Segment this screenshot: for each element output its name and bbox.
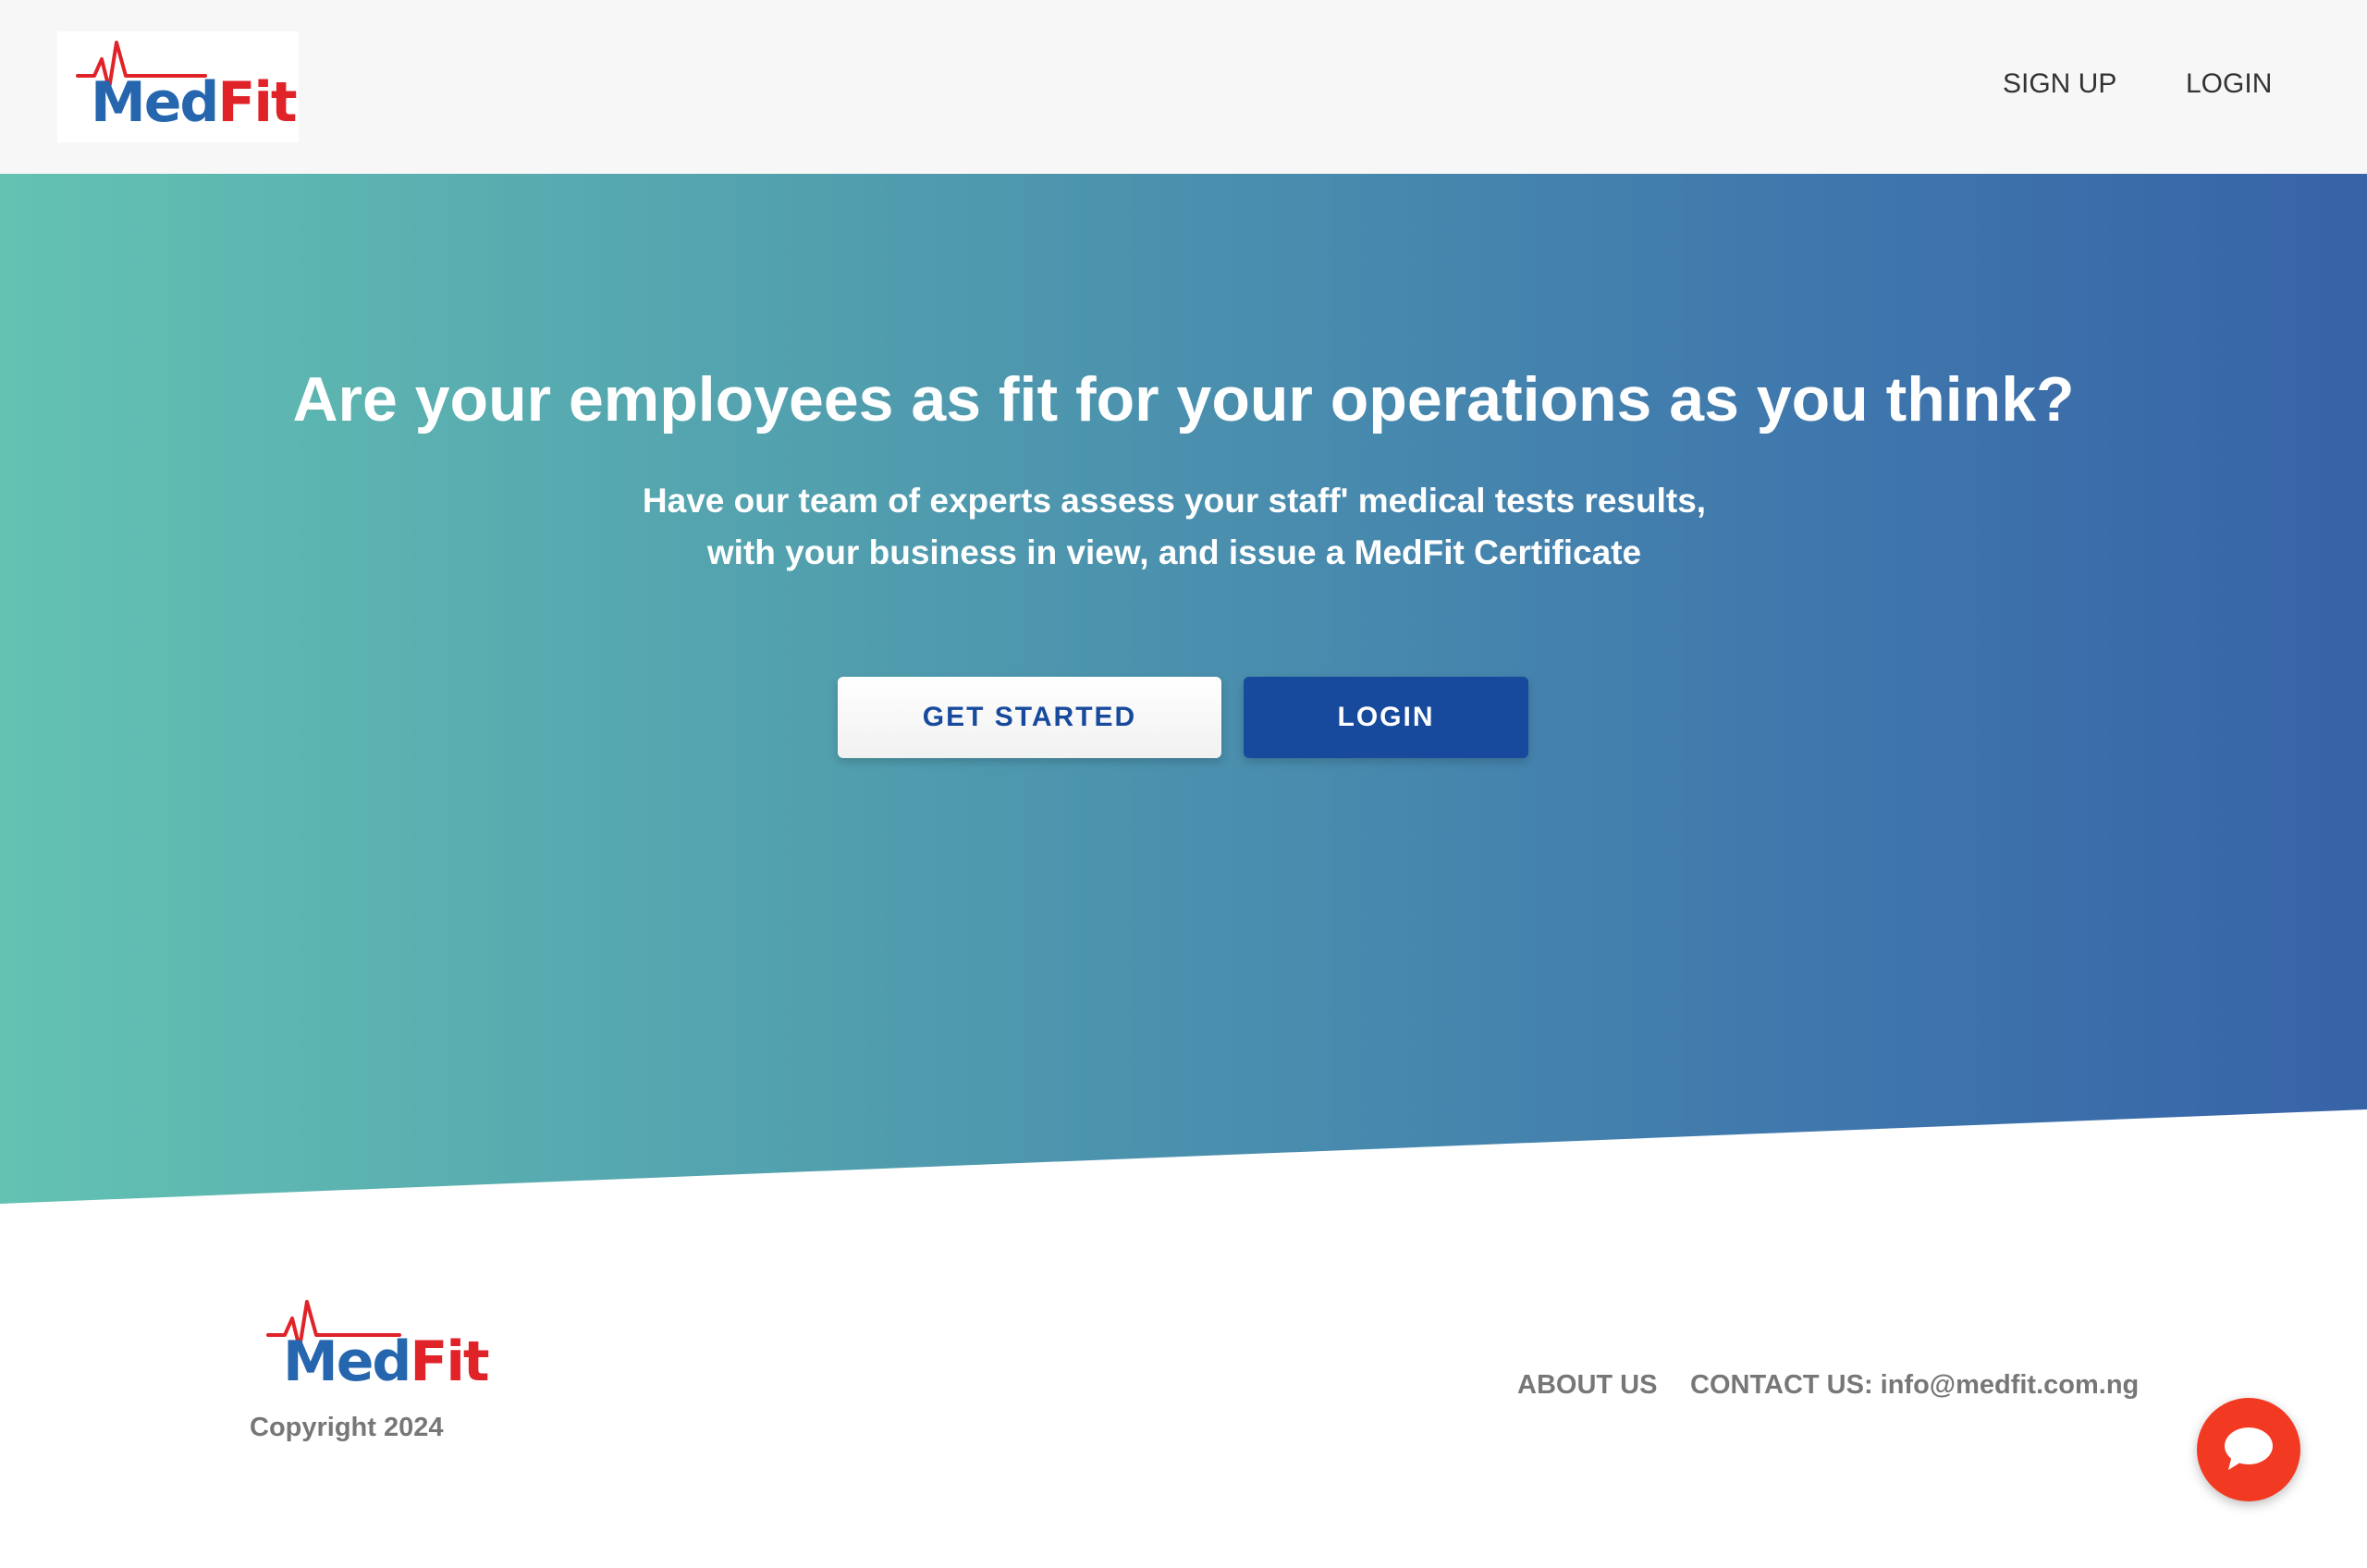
nav-signup-link[interactable]: SIGN UP [2003, 68, 2116, 100]
logo-text-fit: Fit [217, 70, 297, 135]
top-navbar: MedFit SIGN UP LOGIN [0, 0, 2367, 174]
chat-bubble-icon [2225, 1427, 2273, 1470]
logo-text-med: Med [91, 70, 219, 135]
copyright-text: Copyright 2024 [250, 1413, 444, 1442]
hero-login-button[interactable]: LOGIN [1244, 677, 1528, 758]
nav-login-link[interactable]: LOGIN [2186, 68, 2272, 100]
get-started-button[interactable]: GET STARTED [838, 677, 1221, 758]
chat-button[interactable] [2197, 1398, 2300, 1501]
hero-subtitle-line-2: with your business in view, and issue a … [706, 533, 1642, 571]
logo-wordmark: MedFit [283, 1329, 490, 1394]
logo-text-fit: Fit [410, 1329, 489, 1394]
hero-subtitle: Have our team of experts assess your sta… [536, 475, 1812, 579]
hero-subtitle-line-1: Have our team of experts assess your sta… [642, 482, 1707, 520]
contact-us-link[interactable]: CONTACT US: info@medfit.com.ng [1690, 1370, 2139, 1401]
hero-section: Are your employees as fit for your opera… [0, 174, 2367, 1204]
about-us-link[interactable]: ABOUT US [1517, 1370, 1657, 1401]
logo-text-med: Med [283, 1329, 411, 1394]
header-logo[interactable]: MedFit [57, 31, 299, 142]
footer-logo[interactable]: MedFit [261, 1294, 492, 1396]
hero-title: Are your employees as fit for your opera… [292, 364, 2075, 435]
logo-wordmark: MedFit [91, 70, 298, 135]
